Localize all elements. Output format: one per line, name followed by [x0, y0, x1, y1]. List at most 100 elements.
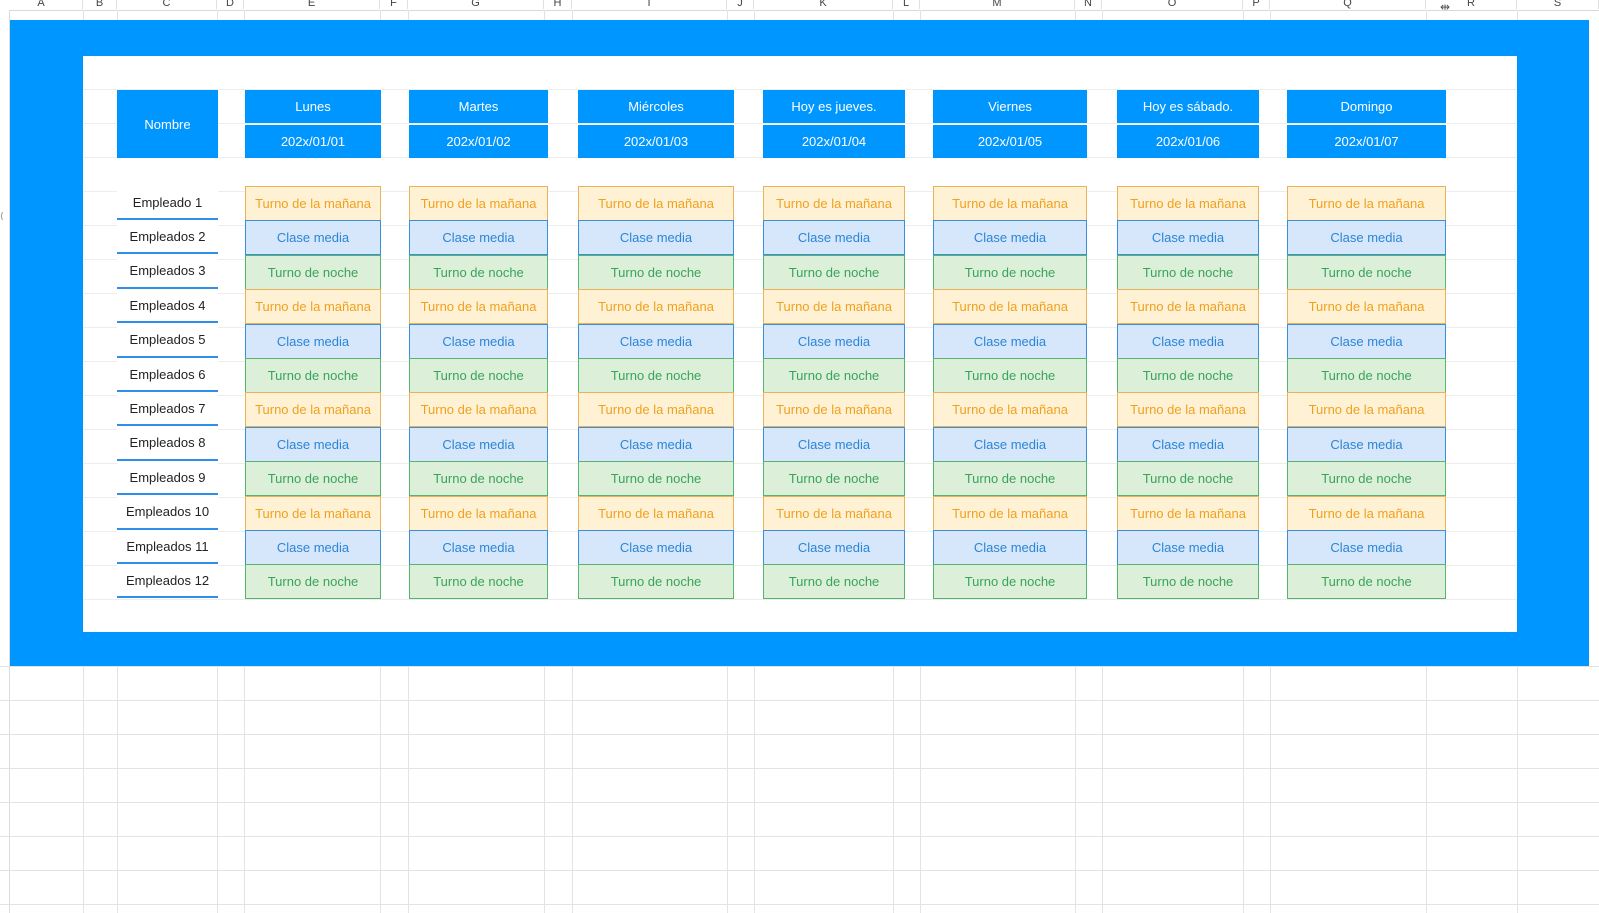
day-header-date[interactable]: 202x/01/01 [245, 125, 381, 158]
shift-cell[interactable]: Clase media [245, 323, 381, 359]
shift-cell[interactable]: Turno de la mañana [933, 392, 1087, 428]
column-header-o[interactable]: O [1102, 0, 1243, 9]
day-header-label[interactable]: Miércoles [578, 90, 734, 123]
day-header-date[interactable]: 202x/01/02 [409, 125, 548, 158]
shift-cell[interactable]: Turno de noche [1117, 358, 1259, 393]
day-header-date[interactable]: 202x/01/05 [933, 125, 1087, 158]
shift-cell[interactable]: Turno de la mañana [1117, 289, 1259, 325]
employee-name[interactable]: Empleados 6 [117, 358, 218, 392]
column-header-s[interactable]: S [1517, 0, 1599, 9]
shift-cell[interactable]: Turno de noche [1287, 358, 1446, 393]
shift-cell[interactable]: Clase media [763, 220, 905, 256]
shift-cell[interactable]: Clase media [1287, 530, 1446, 565]
shift-cell[interactable]: Turno de la mañana [578, 392, 734, 428]
shift-cell[interactable]: Turno de la mañana [933, 186, 1087, 221]
column-header-d[interactable]: D [217, 0, 244, 9]
shift-cell[interactable]: Clase media [933, 323, 1087, 359]
shift-cell[interactable]: Clase media [1117, 426, 1259, 462]
shift-cell[interactable]: Clase media [1287, 323, 1446, 359]
day-header-label[interactable]: Lunes [245, 90, 381, 123]
shift-cell[interactable]: Turno de noche [578, 564, 734, 600]
employee-name[interactable]: Empleados 7 [117, 392, 218, 427]
column-header-j[interactable]: J [727, 0, 754, 9]
shift-cell[interactable]: Turno de noche [245, 254, 381, 290]
shift-cell[interactable]: Clase media [578, 426, 734, 462]
shift-cell[interactable]: Clase media [1117, 530, 1259, 565]
shift-cell[interactable]: Turno de la mañana [933, 289, 1087, 325]
shift-cell[interactable]: Turno de la mañana [409, 186, 548, 221]
day-header-label[interactable]: Martes [409, 90, 548, 123]
shift-cell[interactable]: Clase media [409, 426, 548, 462]
shift-cell[interactable]: Turno de noche [409, 358, 548, 393]
shift-cell[interactable]: Turno de la mañana [578, 495, 734, 531]
shift-cell[interactable]: Turno de noche [763, 254, 905, 290]
shift-cell[interactable]: Clase media [1287, 220, 1446, 256]
column-header-k[interactable]: K [754, 0, 893, 9]
shift-cell[interactable]: Turno de noche [933, 254, 1087, 290]
shift-cell[interactable]: Clase media [578, 530, 734, 565]
employee-name[interactable]: Empleados 9 [117, 461, 218, 496]
shift-cell[interactable]: Turno de noche [1117, 254, 1259, 290]
shift-cell[interactable]: Turno de la mañana [578, 289, 734, 325]
column-header-g[interactable]: G [408, 0, 544, 9]
shift-cell[interactable]: Clase media [409, 530, 548, 565]
shift-cell[interactable]: Clase media [409, 220, 548, 256]
column-header-i[interactable]: I [572, 0, 727, 9]
shift-cell[interactable]: Turno de la mañana [763, 392, 905, 428]
shift-cell[interactable]: Turno de noche [409, 461, 548, 497]
employee-name[interactable]: Empleados 2 [117, 220, 218, 255]
shift-cell[interactable]: Turno de la mañana [1117, 495, 1259, 531]
shift-cell[interactable]: Clase media [245, 426, 381, 462]
shift-cell[interactable]: Clase media [933, 426, 1087, 462]
shift-cell[interactable]: Turno de noche [1117, 461, 1259, 497]
shift-cell[interactable]: Turno de la mañana [245, 495, 381, 531]
shift-cell[interactable]: Turno de noche [1117, 564, 1259, 600]
column-header-e[interactable]: E [244, 0, 380, 9]
shift-cell[interactable]: Turno de la mañana [933, 495, 1087, 531]
shift-cell[interactable]: Clase media [763, 426, 905, 462]
shift-cell[interactable]: Clase media [763, 530, 905, 565]
shift-cell[interactable]: Clase media [763, 323, 905, 359]
employee-name[interactable]: Empleados 8 [117, 426, 218, 461]
employee-name[interactable]: Empleado 1 [117, 186, 218, 220]
shift-cell[interactable]: Turno de la mañana [409, 392, 548, 428]
column-header-m[interactable]: M [920, 0, 1075, 9]
column-header-n[interactable]: N [1075, 0, 1102, 9]
shift-cell[interactable]: Turno de noche [1287, 461, 1446, 497]
shift-cell[interactable]: Turno de la mañana [1117, 186, 1259, 221]
shift-cell[interactable]: Turno de noche [933, 461, 1087, 497]
column-header-h[interactable]: H [544, 0, 572, 9]
day-header-date[interactable]: 202x/01/06 [1117, 125, 1259, 158]
shift-cell[interactable]: Turno de la mañana [1287, 392, 1446, 428]
shift-cell[interactable]: Clase media [1287, 426, 1446, 462]
shift-cell[interactable]: Turno de la mañana [409, 495, 548, 531]
column-header-q[interactable]: Q [1270, 0, 1426, 9]
shift-cell[interactable]: Turno de la mañana [1287, 186, 1446, 221]
day-header-label[interactable]: Domingo [1287, 90, 1446, 123]
shift-cell[interactable]: Clase media [245, 220, 381, 256]
employee-name[interactable]: Empleados 5 [117, 323, 218, 358]
employee-name[interactable]: Empleados 4 [117, 289, 218, 324]
name-header[interactable]: Nombre [117, 90, 218, 158]
employee-name[interactable]: Empleados 10 [117, 495, 218, 530]
shift-cell[interactable]: Turno de noche [1287, 254, 1446, 290]
day-header-label[interactable]: Viernes [933, 90, 1087, 123]
shift-cell[interactable]: Clase media [933, 530, 1087, 565]
shift-cell[interactable]: Turno de la mañana [245, 186, 381, 221]
column-header-a[interactable]: A [0, 0, 83, 9]
day-header-date[interactable]: 202x/01/03 [578, 125, 734, 158]
shift-cell[interactable]: Clase media [578, 323, 734, 359]
shift-cell[interactable]: Turno de noche [409, 564, 548, 600]
shift-cell[interactable]: Clase media [933, 220, 1087, 256]
shift-cell[interactable]: Turno de noche [245, 358, 381, 393]
shift-cell[interactable]: Turno de noche [245, 564, 381, 600]
shift-cell[interactable]: Turno de noche [409, 254, 548, 290]
shift-cell[interactable]: Turno de la mañana [1117, 392, 1259, 428]
column-header-f[interactable]: F [380, 0, 408, 9]
day-header-date[interactable]: 202x/01/07 [1287, 125, 1446, 158]
shift-cell[interactable]: Clase media [578, 220, 734, 256]
employee-name[interactable]: Empleados 11 [117, 530, 218, 564]
employee-name[interactable]: Empleados 3 [117, 254, 218, 289]
column-header-p[interactable]: P [1243, 0, 1270, 9]
shift-cell[interactable]: Turno de la mañana [245, 392, 381, 428]
